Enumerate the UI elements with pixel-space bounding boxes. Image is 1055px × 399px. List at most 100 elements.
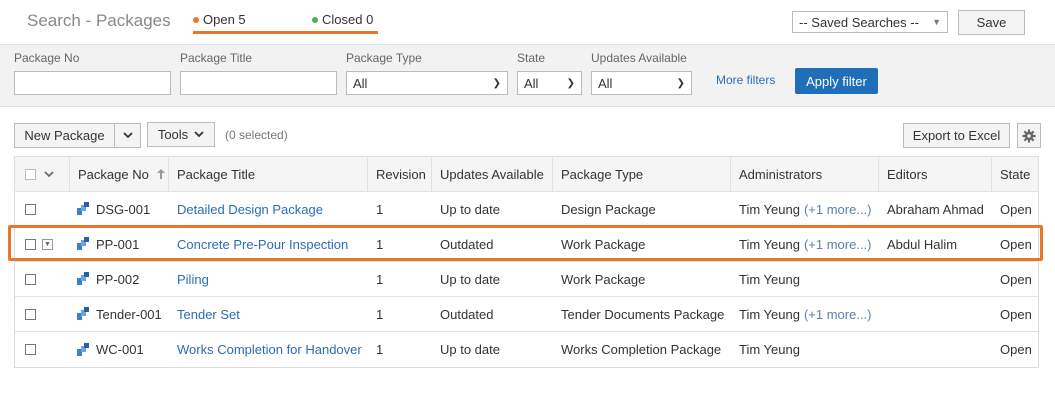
col-updates[interactable]: Updates Available — [432, 157, 553, 191]
state-label: State — [517, 51, 546, 65]
package-title-cell: Piling — [169, 262, 368, 296]
saved-searches-select[interactable]: -- Saved Searches -- ▼ — [792, 11, 948, 33]
more-admins-link[interactable]: (+1 more...) — [804, 307, 872, 322]
row-checkbox[interactable] — [25, 344, 36, 355]
col-editors[interactable]: Editors — [879, 157, 992, 191]
chevron-down-icon[interactable] — [44, 170, 54, 178]
row-checkbox[interactable] — [25, 203, 36, 215]
more-admins-link[interactable]: (+1 more...) — [804, 237, 872, 252]
row-checkbox[interactable] — [25, 273, 36, 285]
select-all-cell — [15, 157, 70, 191]
settings-button[interactable] — [1017, 123, 1041, 148]
select-all-checkbox[interactable] — [25, 168, 36, 180]
state-cell: Open — [1000, 306, 1032, 322]
apply-filter-button[interactable]: Apply filter — [795, 68, 878, 94]
administrator-name: Tim Yeung — [739, 306, 800, 322]
package-type-cell: Works Completion Package — [561, 342, 722, 357]
col-package-title[interactable]: Package Title — [169, 157, 368, 191]
package-type-cell: Design Package — [561, 201, 656, 217]
row-checkbox[interactable] — [25, 238, 36, 250]
chevron-down-icon — [122, 132, 133, 139]
administrator-name: Tim Yeung — [739, 271, 800, 287]
package-title-link[interactable]: Piling — [177, 272, 209, 287]
col-package-no-label: Package No — [78, 166, 149, 182]
package-icon — [76, 342, 90, 357]
row-menu-icon[interactable]: ▼ — [42, 238, 53, 250]
save-button[interactable]: Save — [958, 10, 1025, 35]
table-row[interactable]: DSG-001 Detailed Design Package 1 Up to dat… — [15, 192, 1038, 227]
table-row[interactable]: ▼ PP-001 Concrete Pre-Pour Inspection 1 Outd… — [15, 227, 1038, 262]
administrators-cell: Tim Yeung (+1 more...) — [731, 297, 879, 331]
chevron-down-icon: ❯ — [492, 77, 501, 89]
tab-closed[interactable]: Closed 0 — [312, 12, 373, 27]
package-no: PP-002 — [96, 271, 140, 287]
package-title-link[interactable]: Tender Set — [177, 307, 240, 322]
open-dot-icon — [193, 16, 199, 23]
package-title-input[interactable] — [180, 71, 337, 95]
row-checkbox[interactable] — [25, 308, 36, 320]
new-package-dropdown[interactable] — [114, 123, 141, 148]
package-title-link[interactable]: Works Completion for Handover — [177, 342, 362, 357]
table-row[interactable]: PP-002 Piling 1 Up to date Work Package Tim Y… — [15, 262, 1038, 297]
export-excel-button[interactable]: Export to Excel — [903, 123, 1010, 148]
chevron-down-icon: ❯ — [676, 77, 685, 89]
row-select-cell: ▼ — [15, 227, 70, 261]
administrators-cell: Tim Yeung (+1 more...) — [731, 192, 879, 226]
updates-cell: Outdated — [440, 306, 494, 322]
col-state[interactable]: State — [992, 157, 1040, 191]
more-filters-link[interactable]: More filters — [716, 73, 775, 87]
updates-cell: Outdated — [440, 236, 494, 252]
sort-up-icon — [156, 169, 165, 179]
package-no: DSG-001 — [96, 201, 151, 217]
state-cell: Open — [1000, 342, 1032, 357]
tools-button[interactable]: Tools — [147, 122, 215, 147]
package-title-cell: Concrete Pre-Pour Inspection — [169, 227, 368, 261]
package-icon — [76, 307, 90, 321]
page-header: Search - Packages Open 5 Closed 0 -- Sav… — [0, 0, 1055, 44]
tab-open[interactable]: Open 5 — [193, 12, 246, 27]
caret-down-icon: ▼ — [932, 17, 941, 27]
col-package-no[interactable]: Package No — [70, 157, 169, 191]
package-title-cell: Tender Set — [169, 297, 368, 331]
package-icon — [76, 272, 90, 286]
more-admins-link[interactable]: (+1 more...) — [804, 202, 872, 217]
filter-bar: Package No Package Title Package Type Al… — [0, 44, 1055, 107]
package-title-cell: Detailed Design Package — [169, 192, 368, 226]
row-select-cell — [15, 192, 70, 226]
col-revision[interactable]: Revision — [368, 157, 432, 191]
editors-cell: Abdul Halim — [887, 236, 958, 252]
administrator-name: Tim Yeung — [739, 342, 800, 357]
updates-select[interactable]: All ❯ — [591, 71, 692, 95]
package-title-link[interactable]: Concrete Pre-Pour Inspection — [177, 237, 348, 252]
row-select-cell — [15, 297, 70, 331]
chevron-down-icon — [194, 131, 204, 138]
state-select[interactable]: All ❯ — [517, 71, 582, 95]
revision-cell: 1 — [376, 271, 384, 287]
updates-cell: Up to date — [440, 342, 500, 357]
package-title-cell: Works Completion for Handover — [169, 332, 368, 367]
package-no: Tender-001 — [96, 306, 162, 322]
packages-table: Package No Package Title Revision Update… — [14, 156, 1039, 368]
table-row[interactable]: Tender-001 Tender Set 1 Outdated Tender Docu… — [15, 297, 1038, 332]
gear-icon — [1022, 129, 1036, 142]
editors-cell: Abraham Ahmad — [887, 201, 984, 217]
new-package-button[interactable]: New Package — [14, 123, 114, 148]
table-row[interactable]: WC-001 Works Completion for Handover 1 Up t… — [15, 332, 1038, 367]
status-tabs: Open 5 Closed 0 — [193, 12, 378, 34]
col-administrators[interactable]: Administrators — [731, 157, 879, 191]
package-no-cell: Tender-001 — [70, 297, 169, 331]
tab-open-label: Open 5 — [203, 12, 246, 27]
table-header: Package No Package Title Revision Update… — [15, 157, 1038, 192]
package-no: WC-001 — [96, 342, 144, 357]
package-type-cell: Tender Documents Package — [561, 306, 725, 322]
row-select-cell — [15, 332, 70, 367]
package-no-cell: DSG-001 — [70, 192, 169, 226]
administrators-cell: Tim Yeung — [731, 262, 879, 296]
state-value: All — [524, 75, 539, 91]
package-no-cell: WC-001 — [70, 332, 169, 367]
package-no-input[interactable] — [14, 71, 171, 95]
package-title-link[interactable]: Detailed Design Package — [177, 202, 323, 217]
col-package-type[interactable]: Package Type — [553, 157, 731, 191]
row-select-cell — [15, 262, 70, 296]
package-type-select[interactable]: All ❯ — [346, 71, 508, 95]
